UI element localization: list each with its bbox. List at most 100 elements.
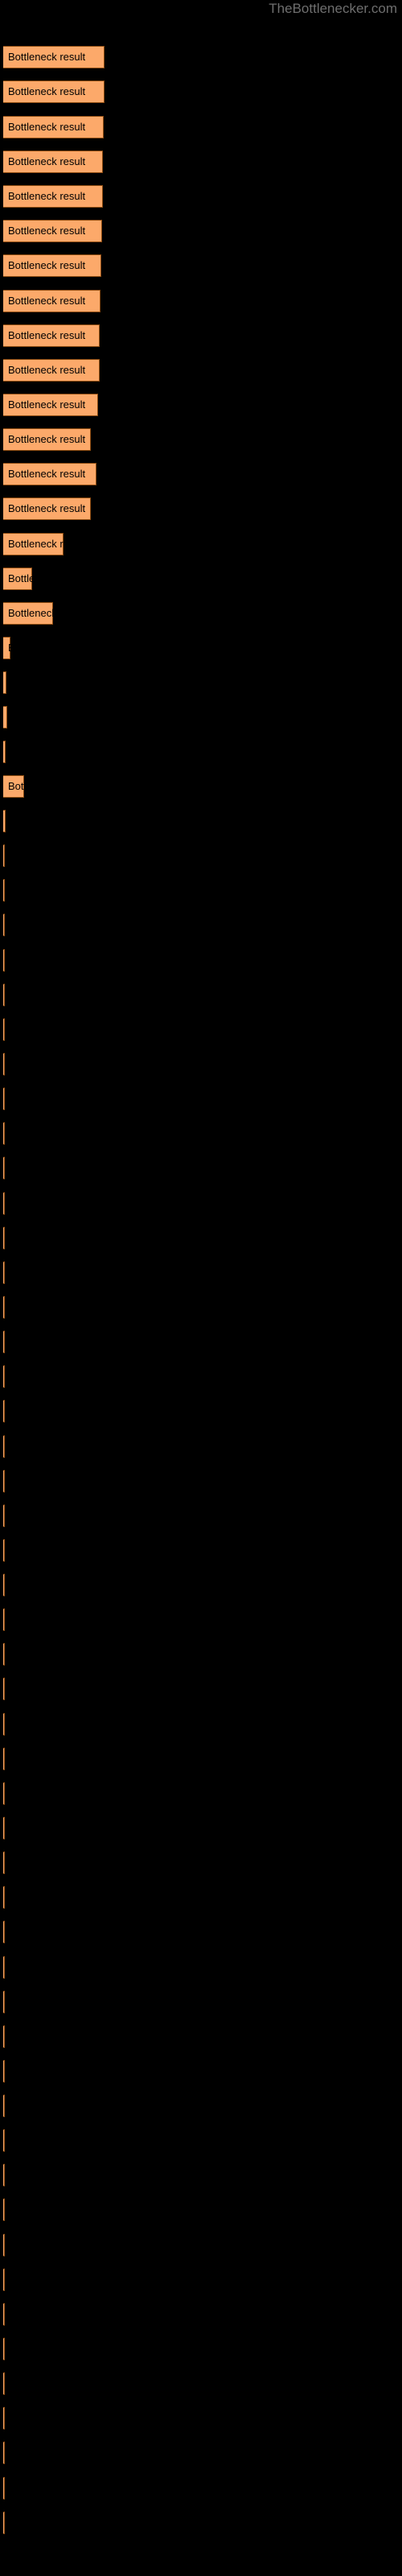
bar-39[interactable] [3,1365,5,1388]
bar-10[interactable] [3,359,100,382]
bar-48[interactable] [3,1678,5,1700]
bar-44[interactable] [3,1539,5,1562]
bar-clip: Bottleneck result [3,1505,5,1527]
bar-4[interactable] [3,151,103,173]
bar-69[interactable] [3,2407,5,2429]
bar-clip: Bottleneck result [3,324,100,347]
bar-clip: Bottleneck result [3,428,91,451]
bar-clip: Bottleneck result [3,1748,5,1770]
bar-49[interactable] [3,1713,5,1736]
bar-clip: Bottleneck result [3,914,5,936]
bar-38[interactable] [3,1331,5,1353]
bar-58[interactable] [3,2025,5,2048]
bar-3[interactable] [3,116,104,138]
bar-70[interactable] [3,2442,5,2464]
bar-62[interactable] [3,2164,5,2186]
bar-53[interactable] [3,1852,5,1874]
bar-54[interactable] [3,1886,5,1909]
bar-clip: Bottleneck result [3,671,6,694]
bar-32[interactable] [3,1122,5,1145]
bar-67[interactable] [3,2338,5,2360]
bar-63[interactable] [3,2198,5,2221]
bar-clip: Bottleneck result [3,2164,5,2186]
bar-clip: Bottleneck result [3,497,91,520]
bar-45[interactable] [3,1574,5,1596]
horizontal-bar-chart: Bottleneck result Bottleneck result Bottle… [0,0,402,2576]
bar-33[interactable] [3,1157,5,1179]
bar-clip: Bottleneck result [3,1886,5,1909]
bar-30[interactable] [3,1053,5,1075]
bar-24[interactable] [3,844,5,867]
bar-clip: Bottleneck result [3,1331,5,1353]
bar-43[interactable] [3,1505,5,1527]
bar-12[interactable] [3,428,91,451]
bar-clip: Bottleneck result [3,151,103,173]
bar-clip: Bottleneck result [3,1088,5,1110]
bar-36[interactable] [3,1261,5,1284]
bar-clip: Bottleneck result [3,1678,5,1700]
bar-8[interactable] [3,290,100,312]
bar-11[interactable] [3,394,98,416]
bar-7[interactable] [3,254,101,277]
bar-22[interactable] [3,775,24,798]
bar-clip: Bottleneck result [3,2129,5,2152]
bar-35[interactable] [3,1227,5,1249]
bar-5[interactable] [3,185,103,208]
bar-20[interactable] [3,706,7,729]
bar-clip: Bottleneck result [3,1365,5,1388]
bar-clip: Bottleneck result [3,2372,5,2395]
bar-27[interactable] [3,949,5,972]
bar-clip: Bottleneck result [3,1782,5,1805]
bar-16[interactable] [3,568,32,590]
bar-clip: Bottleneck result [3,2303,5,2326]
bar-23[interactable] [3,810,6,832]
bar-61[interactable] [3,2129,5,2152]
bar-6[interactable] [3,220,102,242]
bar-17[interactable] [3,602,53,625]
bar-26[interactable] [3,914,5,936]
bar-72[interactable] [3,2512,5,2534]
bar-66[interactable] [3,2303,5,2326]
bar-31[interactable] [3,1088,5,1110]
bar-34[interactable] [3,1192,5,1215]
bar-59[interactable] [3,2060,5,2083]
bar-1[interactable] [3,46,105,68]
bar-15[interactable] [3,533,64,555]
bar-clip: Bottleneck result [3,1227,5,1249]
bar-50[interactable] [3,1748,5,1770]
bar-46[interactable] [3,1608,5,1631]
bar-56[interactable] [3,1956,5,1979]
bar-28[interactable] [3,984,5,1006]
bar-37[interactable] [3,1296,5,1319]
bar-52[interactable] [3,1817,5,1839]
bar-29[interactable] [3,1018,5,1041]
bar-clip: Bottleneck result [3,2060,5,2083]
bar-clip: Bottleneck result [3,1435,5,1458]
bar-64[interactable] [3,2234,5,2256]
bar-51[interactable] [3,1782,5,1805]
bar-clip: Bottleneck result [3,1192,5,1215]
bar-42[interactable] [3,1470,5,1492]
bar-60[interactable] [3,2095,5,2117]
bar-9[interactable] [3,324,100,347]
bar-71[interactable] [3,2477,5,2500]
bar-55[interactable] [3,1921,5,1943]
bar-13[interactable] [3,463,96,485]
bar-19[interactable] [3,671,6,694]
bar-40[interactable] [3,1400,5,1422]
bar-41[interactable] [3,1435,5,1458]
bar-14[interactable] [3,497,91,520]
bar-65[interactable] [3,2268,5,2291]
bar-57[interactable] [3,1991,5,2013]
bar-68[interactable] [3,2372,5,2395]
bar-25[interactable] [3,879,5,902]
bar-21[interactable] [3,741,6,763]
bar-clip: Bottleneck result [3,1817,5,1839]
bar-clip: Bottleneck result [3,775,24,798]
bar-47[interactable] [3,1643,5,1666]
bar-2[interactable] [3,80,105,103]
bar-clip: Bottleneck result [3,1261,5,1284]
bar-clip: Bottleneck result [3,533,64,555]
bar-clip: Bottleneck result [3,116,104,138]
bar-18[interactable] [3,637,10,659]
